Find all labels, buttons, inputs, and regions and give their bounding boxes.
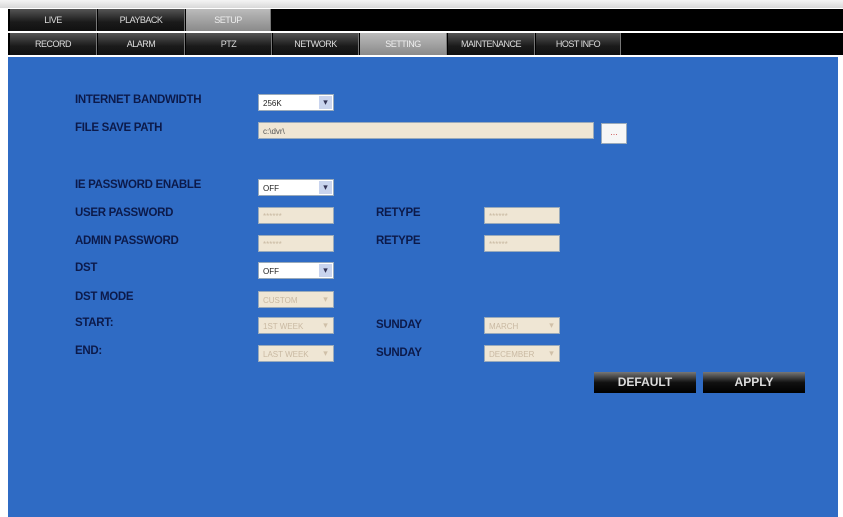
end-day-label: SUNDAY (376, 347, 422, 359)
chevron-down-icon: ▾ (319, 96, 332, 109)
chevron-down-icon: ▾ (549, 320, 554, 330)
user-password-label: USER PASSWORD (75, 207, 174, 219)
bandwidth-select[interactable]: 256K ▾ (258, 94, 334, 111)
start-month-select[interactable]: MARCH ▾ (484, 317, 560, 334)
user-retype-input[interactable]: ****** (484, 207, 560, 224)
bandwidth-label: INTERNET BANDWIDTH (75, 94, 202, 106)
main-tab-bar: LIVE PLAYBACK SETUP (8, 9, 843, 31)
start-day-label: SUNDAY (376, 319, 422, 331)
path-label: FILE SAVE PATH (75, 122, 163, 134)
default-button[interactable]: DEFAULT (594, 372, 696, 393)
sub-tab-bar: RECORD ALARM PTZ NETWORK SETTING MAINTEN… (8, 33, 843, 55)
end-label: END: (75, 345, 102, 357)
path-input[interactable]: c:\dvr\ (258, 122, 594, 139)
top-border (0, 0, 843, 8)
user-password-input[interactable]: ****** (258, 207, 334, 224)
start-week-select[interactable]: 1ST WEEK ▾ (258, 317, 334, 334)
retype-label: RETYPE (376, 235, 421, 247)
end-week-value: LAST WEEK (263, 350, 309, 359)
end-month-select[interactable]: DECEMBER ▾ (484, 345, 560, 362)
chevron-down-icon: ▾ (323, 348, 328, 358)
admin-password-label: ADMIN PASSWORD (75, 235, 179, 247)
admin-password-input[interactable]: ****** (258, 235, 334, 252)
tab-record[interactable]: RECORD (10, 33, 97, 55)
browse-button[interactable]: ... (601, 123, 627, 144)
ie-password-value: OFF (263, 184, 279, 193)
dst-mode-label: DST MODE (75, 291, 134, 303)
tab-maintenance[interactable]: MAINTENANCE (448, 33, 535, 55)
tab-host-info[interactable]: HOST INFO (536, 33, 621, 55)
chevron-down-icon: ▾ (323, 320, 328, 330)
ie-password-select[interactable]: OFF ▾ (258, 179, 334, 196)
end-month-value: DECEMBER (489, 350, 535, 359)
start-week-value: 1ST WEEK (263, 322, 304, 331)
tab-network[interactable]: NETWORK (273, 33, 359, 55)
dst-label: DST (75, 262, 98, 274)
tab-setup[interactable]: SETUP (186, 9, 271, 31)
apply-button[interactable]: APPLY (703, 372, 805, 393)
dst-select[interactable]: OFF ▾ (258, 262, 334, 279)
dst-value: OFF (263, 267, 279, 276)
start-label: START: (75, 317, 114, 329)
admin-retype-input[interactable]: ****** (484, 235, 560, 252)
dst-mode-value: CUSTOM (263, 296, 298, 305)
chevron-down-icon: ▾ (319, 264, 332, 277)
chevron-down-icon: ▾ (323, 294, 328, 304)
tab-live[interactable]: LIVE (10, 9, 97, 31)
retype-label: RETYPE (376, 207, 421, 219)
tab-setting[interactable]: SETTING (360, 33, 447, 55)
settings-panel: INTERNET BANDWIDTH 256K ▾ FILE SAVE PATH … (8, 57, 838, 517)
bandwidth-value: 256K (263, 99, 282, 108)
chevron-down-icon: ▾ (319, 181, 332, 194)
tab-ptz[interactable]: PTZ (186, 33, 272, 55)
dst-mode-select[interactable]: CUSTOM ▾ (258, 291, 334, 308)
start-month-value: MARCH (489, 322, 519, 331)
ie-password-label: IE PASSWORD ENABLE (75, 179, 202, 191)
end-week-select[interactable]: LAST WEEK ▾ (258, 345, 334, 362)
tab-alarm[interactable]: ALARM (98, 33, 185, 55)
chevron-down-icon: ▾ (549, 348, 554, 358)
tab-playback[interactable]: PLAYBACK (98, 9, 185, 31)
